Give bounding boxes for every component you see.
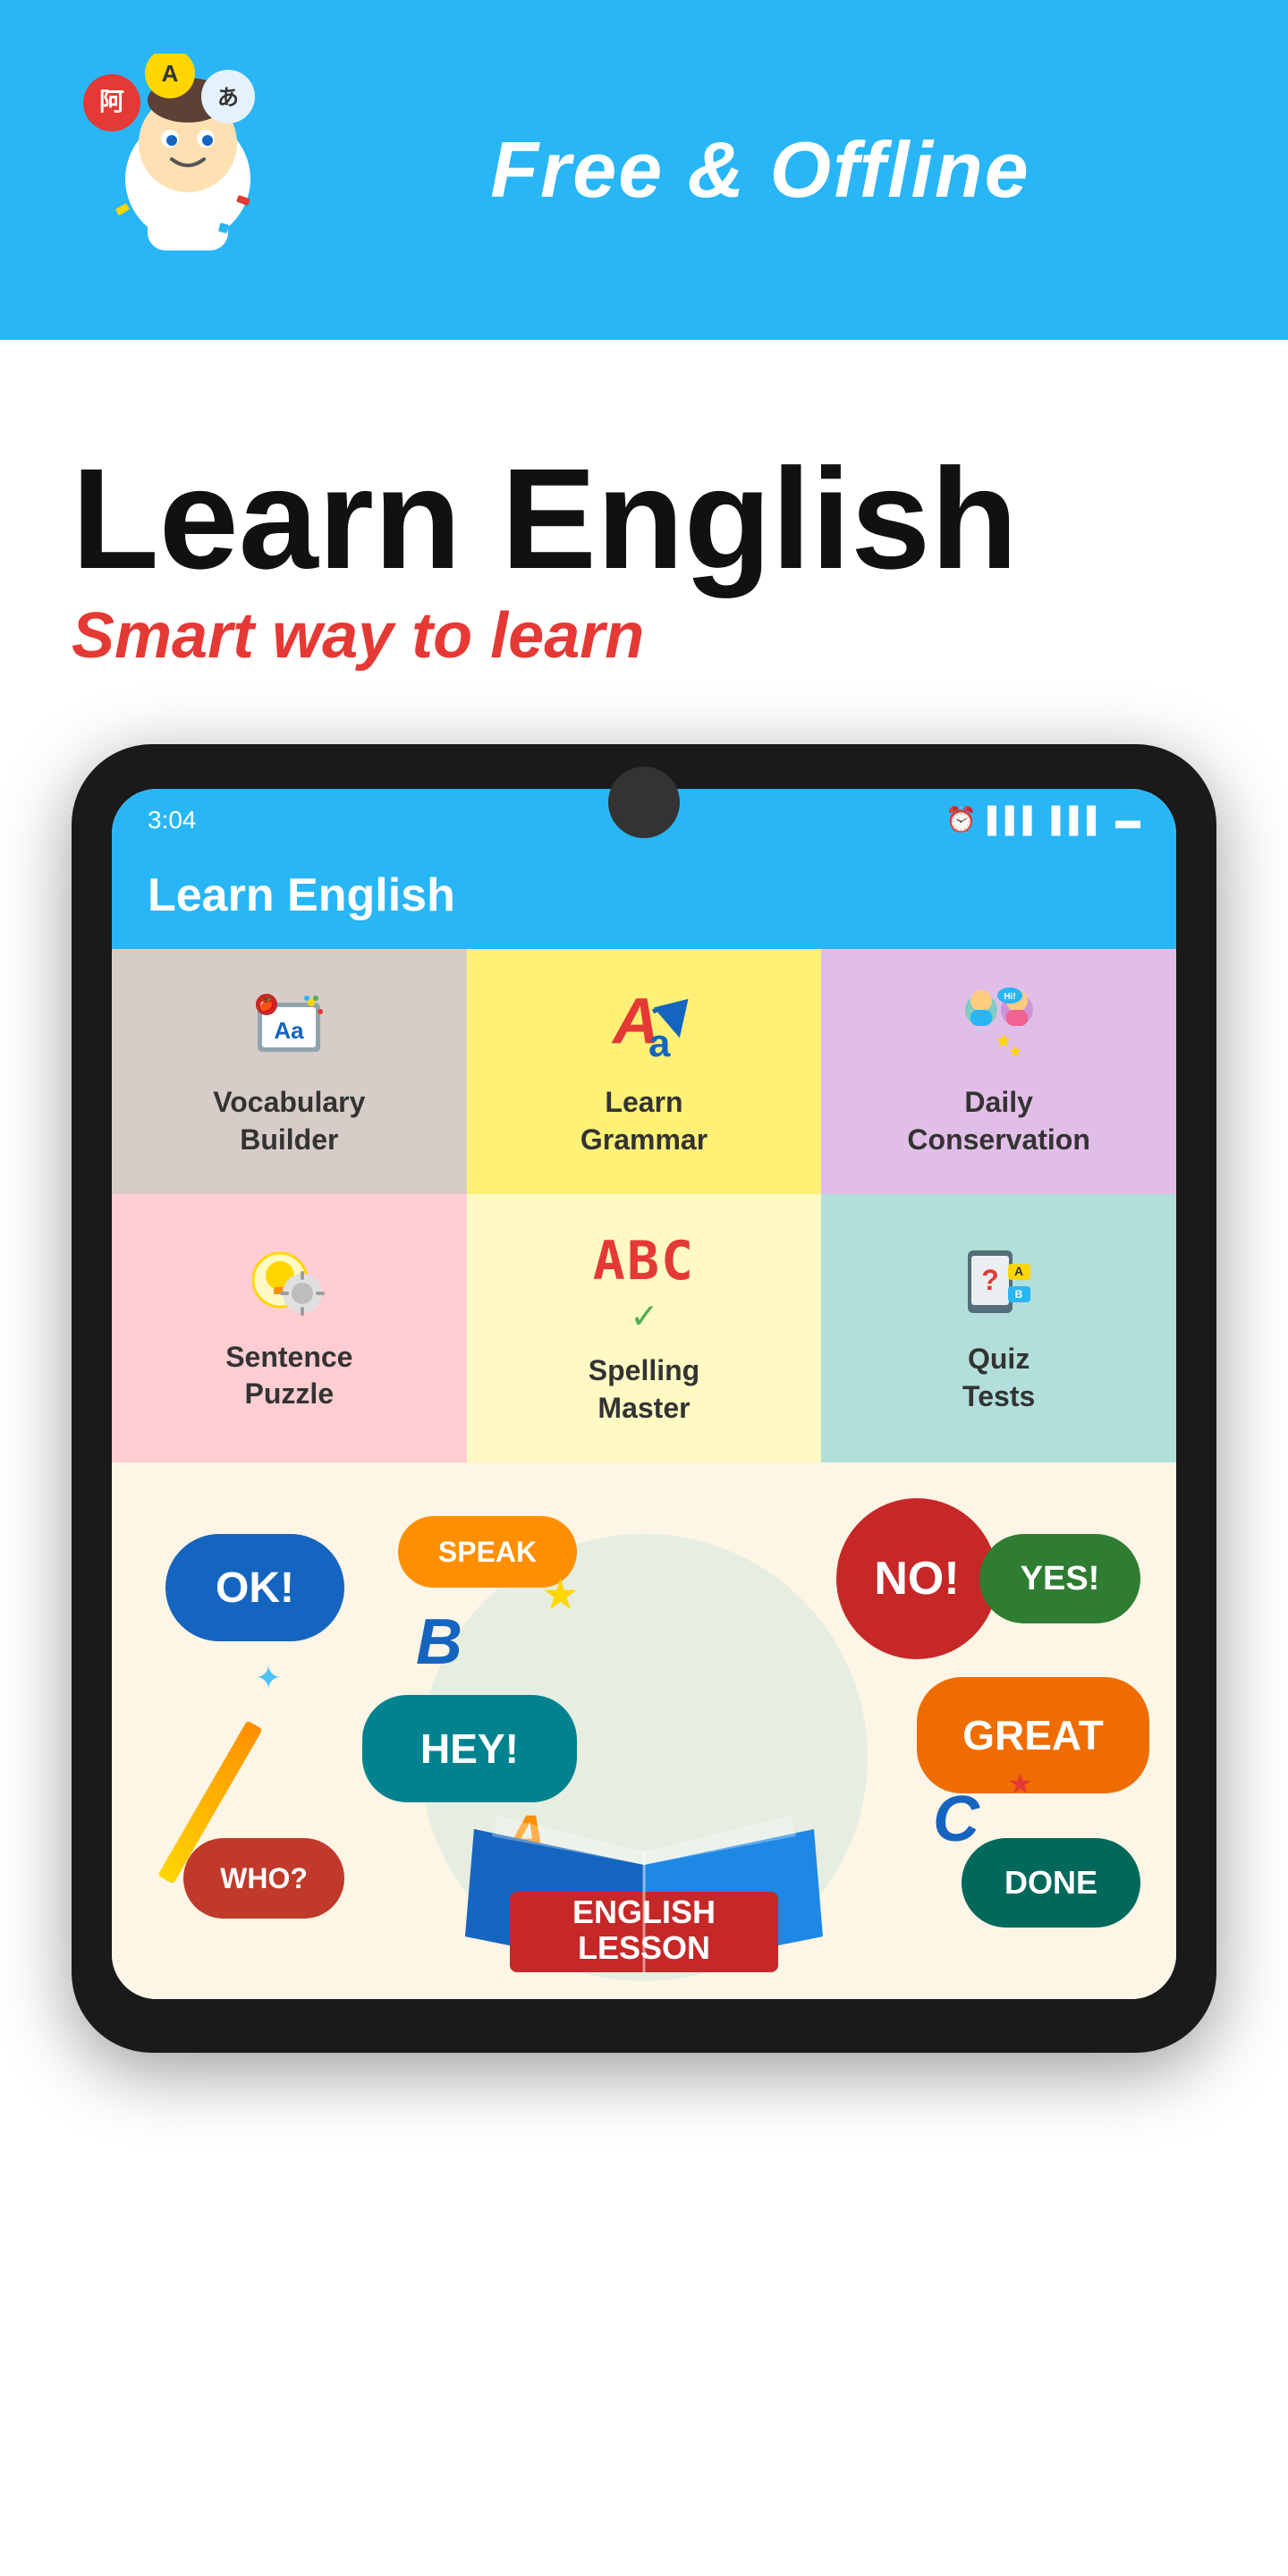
bubble-who: WHO? xyxy=(183,1838,344,1919)
book-illustration: ENGLISH LESSON xyxy=(420,1775,868,1999)
status-icons: ⏰ ▌▌▌ ▌▌▌ ▬ xyxy=(945,805,1140,835)
header-banner: 阿 A あ Free & Offline xyxy=(0,0,1288,340)
menu-quiz[interactable]: ? A B QuizTests xyxy=(821,1194,1176,1462)
phone-notch xyxy=(608,767,680,838)
signal-icon-2: ▌▌▌ xyxy=(1051,806,1105,835)
menu-conversation[interactable]: Hi! ★ ★ DailyConservation xyxy=(821,949,1176,1194)
spelling-label: SpellingMaster xyxy=(589,1352,699,1427)
svg-text:あ: あ xyxy=(217,86,239,110)
star-decoration-2: ✦ xyxy=(255,1659,282,1697)
letter-c: C xyxy=(933,1783,979,1856)
battery-icon: ▬ xyxy=(1115,806,1140,835)
menu-grid: Aa 🍎 VocabularyBuilder xyxy=(112,949,1176,1462)
phone-outer: 3:04 ⏰ ▌▌▌ ▌▌▌ ▬ Learn English xyxy=(72,744,1216,2053)
phone-mockup: 3:04 ⏰ ▌▌▌ ▌▌▌ ▬ Learn English xyxy=(72,744,1216,2053)
grammar-icon: A a xyxy=(599,985,689,1070)
menu-spelling[interactable]: ABC ✓ SpellingMaster xyxy=(467,1194,822,1462)
bubble-no: NO! xyxy=(836,1498,997,1659)
conversation-label: DailyConservation xyxy=(907,1084,1089,1158)
grammar-label: LearnGrammar xyxy=(580,1084,708,1158)
bubble-yes: YES! xyxy=(979,1534,1140,1623)
page-title: Learn English xyxy=(72,447,1216,590)
letter-b: B xyxy=(416,1606,462,1679)
menu-grammar[interactable]: A a xyxy=(467,949,822,1194)
bubble-ok: OK! xyxy=(165,1534,344,1641)
phone-screen: 3:04 ⏰ ▌▌▌ ▌▌▌ ▬ Learn English xyxy=(112,789,1176,1999)
quiz-label: QuizTests xyxy=(962,1341,1035,1415)
clock-display: 3:04 xyxy=(148,806,197,835)
app-header-title: Learn English xyxy=(148,869,1140,922)
menu-sentence[interactable]: SentencePuzzle xyxy=(112,1194,467,1462)
mascot-icon: 阿 A あ xyxy=(72,54,304,286)
vocab-icon: Aa 🍎 xyxy=(244,985,334,1070)
svg-text:?: ? xyxy=(981,1264,999,1296)
svg-text:阿: 阿 xyxy=(99,88,124,115)
svg-text:a: a xyxy=(648,1021,671,1065)
header-tagline: Free & Offline xyxy=(304,124,1216,216)
page-subtitle: Smart way to learn xyxy=(72,599,1216,673)
bubble-done: DONE xyxy=(962,1838,1140,1928)
signal-icon: ▌▌▌ xyxy=(987,806,1041,835)
svg-text:A: A xyxy=(162,60,179,87)
svg-text:★: ★ xyxy=(1008,1042,1022,1060)
main-content: Learn English Smart way to learn 3:04 ⏰ … xyxy=(0,340,1288,2106)
alarm-icon: ⏰ xyxy=(945,805,977,835)
sentence-icon xyxy=(244,1244,334,1325)
bubble-great: GREAT xyxy=(917,1677,1149,1793)
star-decoration: ★ xyxy=(541,1570,580,1620)
app-header-bar: Learn English xyxy=(112,851,1176,949)
vocab-label: VocabularyBuilder xyxy=(213,1084,365,1158)
quiz-icon: ? A B xyxy=(954,1241,1044,1326)
menu-vocab[interactable]: Aa 🍎 VocabularyBuilder xyxy=(112,949,467,1194)
spelling-icon: ABC ✓ xyxy=(593,1230,695,1338)
sentence-label: SentencePuzzle xyxy=(225,1339,352,1413)
svg-text:B: B xyxy=(1014,1288,1022,1301)
svg-text:A: A xyxy=(1014,1264,1023,1278)
star-decoration-3: ★ xyxy=(1007,1767,1033,1801)
conversation-scene: OK! SPEAK NO! YES! HEY! GREAT WHO? DONE … xyxy=(112,1462,1176,1999)
conversation-icon: Hi! ★ ★ xyxy=(954,985,1044,1070)
svg-text:Aa: Aa xyxy=(275,1017,305,1044)
svg-text:🍎: 🍎 xyxy=(259,996,275,1013)
svg-text:Hi!: Hi! xyxy=(1004,992,1015,1002)
